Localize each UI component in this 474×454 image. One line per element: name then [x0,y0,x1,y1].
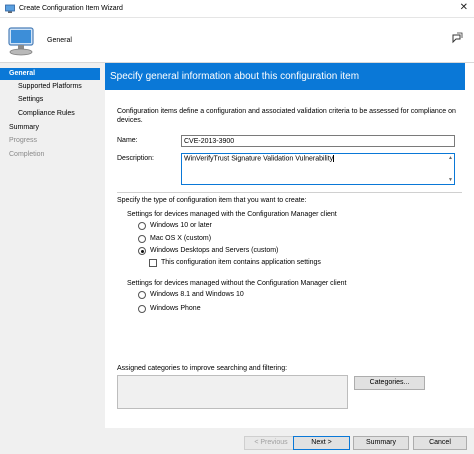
scroll-up-icon[interactable]: ▲ [448,155,453,161]
radio-button[interactable] [138,305,146,313]
radio-mac-os-x-custom[interactable]: Mac OS X (custom) [138,234,338,244]
name-field[interactable] [181,135,455,147]
with-client-group-label: Settings for devices managed with the Co… [127,211,337,218]
categories-list[interactable] [117,375,348,409]
wizard-footer: < Previous Next > Summary Cancel [105,428,474,454]
cancel-button[interactable]: Cancel [413,436,467,450]
radio-button[interactable] [138,291,146,299]
name-label: Name: [117,137,138,144]
close-icon[interactable]: ✕ [460,2,468,13]
app-settings-checkbox[interactable]: This configuration item contains applica… [149,258,399,268]
main-panel: Specify general information about this c… [105,63,474,454]
radio-button[interactable] [138,222,146,230]
sidebar-item-summary[interactable]: Summary [0,122,100,134]
description-label: Description: [117,155,154,162]
description-field[interactable]: WinVerifyTrust Signature Validation Vuln… [181,153,455,185]
radio-windows-phone[interactable]: Windows Phone [138,304,338,314]
title-bar: Create Configuration Item Wizard ✕ [0,0,474,18]
summary-button[interactable]: Summary [353,436,409,450]
help-icon[interactable] [450,31,464,47]
categories-label: Assigned categories to improve searching… [117,365,288,372]
without-client-group-label: Settings for devices managed without the… [127,280,347,287]
radio-button[interactable] [138,235,146,243]
categories-button[interactable]: Categories... [354,376,425,390]
radio-windows-10-or-later[interactable]: Windows 10 or later [138,221,338,231]
type-prompt: Specify the type of configuration item t… [117,197,307,204]
description-value: WinVerifyTrust Signature Validation Vuln… [184,155,334,163]
sidebar-item-general[interactable]: General [0,68,100,80]
window-title: Create Configuration Item Wizard [19,5,123,12]
page-description: Configuration items define a configurati… [117,108,456,124]
sidebar-item-settings[interactable]: Settings [0,94,100,106]
sidebar-item-compliance-rules[interactable]: Compliance Rules [0,108,100,120]
step-title: General [47,37,72,44]
radio-windows-desktops-and-servers[interactable]: Windows Desktops and Servers (custom) [138,246,358,256]
scroll-down-icon[interactable]: ▼ [448,177,453,183]
computer-icon [5,25,37,59]
sidebar-item-supported-platforms[interactable]: Supported Platforms [0,81,100,93]
wizard-steps-sidebar: General Supported Platforms Settings Com… [0,63,105,454]
radio-windows-8-1-and-windows-10[interactable]: Windows 8.1 and Windows 10 [138,290,338,300]
previous-button[interactable]: < Previous [244,436,298,450]
radio-button-selected[interactable] [138,247,146,255]
sidebar-item-completion: Completion [9,151,45,158]
wizard-header: General [0,18,474,63]
wizard-app-icon [5,4,15,14]
checkbox[interactable] [149,259,157,267]
page-banner: Specify general information about this c… [105,63,465,90]
sidebar-item-progress: Progress [9,137,38,144]
divider [117,192,462,193]
next-button[interactable]: Next > [293,436,350,450]
